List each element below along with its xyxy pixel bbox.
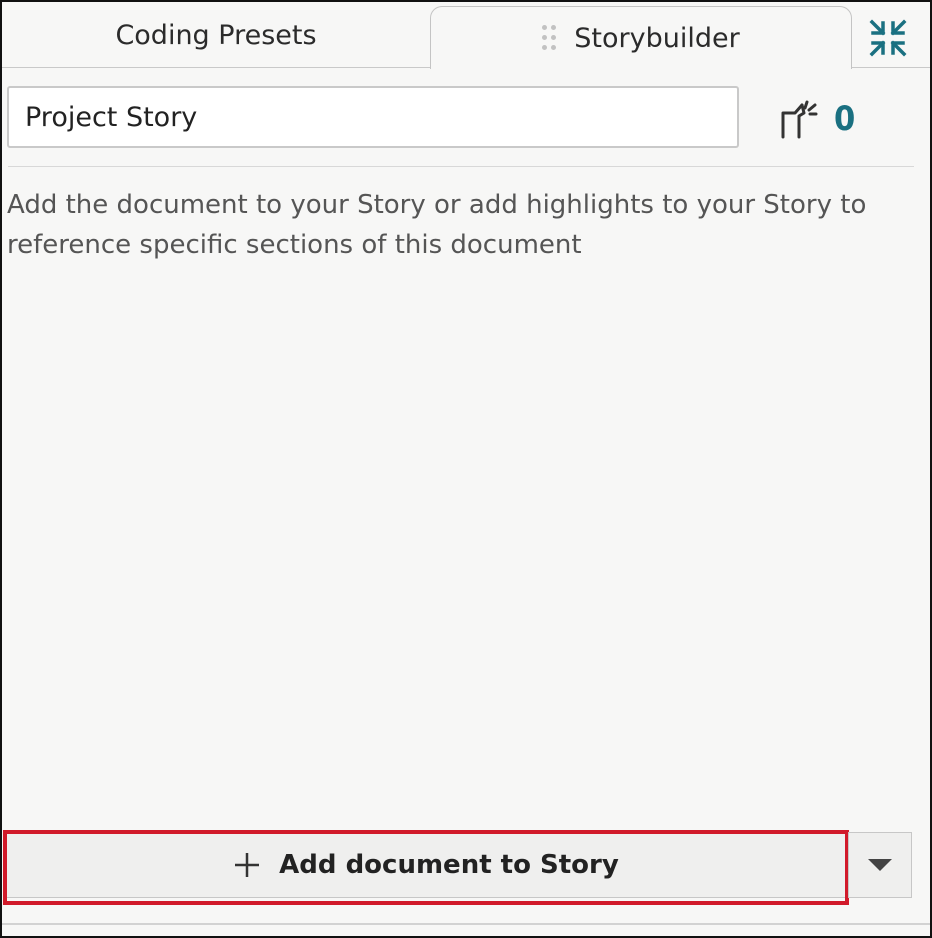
- section-divider: [8, 166, 914, 167]
- tab-coding-presets[interactable]: Coding Presets: [2, 2, 430, 68]
- bottom-divider: [2, 923, 930, 925]
- tab-storybuilder[interactable]: Storybuilder: [430, 6, 852, 69]
- tab-label: Storybuilder: [574, 22, 740, 54]
- empty-story-hint: Add the document to your Story or add hi…: [7, 190, 867, 260]
- highlight-counter[interactable]: 0: [778, 97, 855, 141]
- add-options-dropdown-button[interactable]: [848, 832, 912, 898]
- story-name-input[interactable]: [7, 86, 739, 148]
- add-document-to-story-button[interactable]: Add document to Story: [6, 832, 846, 898]
- drag-handle-icon[interactable]: [542, 25, 558, 51]
- collapse-panel-button[interactable]: [868, 18, 908, 58]
- highlight-count: 0: [834, 99, 856, 139]
- tab-label: Coding Presets: [115, 19, 317, 51]
- tab-bar: Coding Presets Storybuilder: [2, 2, 930, 69]
- highlight-count-icon: [781, 100, 818, 139]
- collapse-arrows-icon: [869, 19, 907, 57]
- storybuilder-panel: Coding Presets Storybuilder Project Stor…: [0, 0, 932, 938]
- add-document-label: Add document to Story: [279, 850, 619, 880]
- caret-down-icon: [868, 859, 892, 871]
- storybuilder-content: 0 Add the document to your Story or add …: [2, 69, 930, 936]
- plus-icon: [235, 853, 260, 877]
